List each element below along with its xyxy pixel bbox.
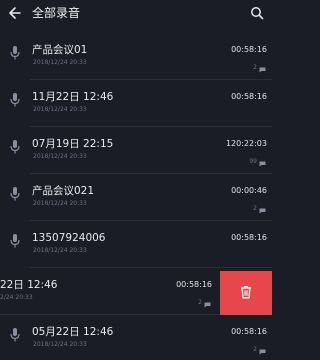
recording-name: 产品会议01	[32, 44, 88, 56]
recording-duration: 00:58:16	[231, 45, 267, 54]
row-divider	[30, 267, 272, 268]
note-icon	[259, 199, 266, 218]
recording-name: 22日 12:46	[0, 279, 58, 291]
search-icon	[251, 7, 264, 20]
microphone-icon	[9, 45, 21, 61]
recording-date: 2018/12/24 20:33	[33, 200, 87, 207]
recording-row[interactable]: 13507924006 2018/12/24 20:33 00:58:16	[0, 224, 272, 268]
recording-name: 05月22日 12:46	[32, 326, 114, 338]
recordings-screen: 全部录音 产品会议01 2018/12/24 20:33 00:58:16 2 11月2…	[0, 0, 272, 360]
recording-row[interactable]: 11月22日 12:46 2018/12/24 20:33 00:58:16	[0, 83, 272, 127]
note-icon	[204, 293, 211, 312]
trash-icon	[240, 284, 252, 303]
delete-button[interactable]	[220, 271, 272, 315]
back-button[interactable]	[4, 2, 26, 24]
recording-duration: 120:22:03	[225, 139, 267, 148]
recording-date: 2018/12/24 20:33	[33, 341, 87, 348]
note-count: 99	[249, 152, 266, 171]
recording-duration: 00:58:16	[231, 327, 267, 336]
recording-date: 2018/12/24 20:33	[33, 247, 87, 254]
microphone-icon	[9, 186, 21, 202]
recording-name: 产品会议021	[32, 185, 95, 197]
back-arrow-icon	[9, 7, 21, 19]
recording-duration: 00:00:46	[231, 186, 267, 195]
app-header: 全部录音	[0, 0, 272, 26]
note-count-value: 2	[253, 345, 257, 353]
microphone-icon	[9, 92, 21, 108]
note-count: 2	[198, 293, 211, 312]
recording-row[interactable]: 产品会议021 2018/12/24 20:33 00:00:46 2	[0, 177, 272, 221]
recording-date: 2018/12/24 20:33	[33, 59, 87, 66]
recording-date: 2/24 20:33	[0, 294, 33, 301]
note-count-value: 2	[253, 63, 257, 71]
note-count: 2	[253, 340, 266, 359]
recording-date: 2018/12/24 20:33	[33, 153, 87, 160]
recording-row[interactable]: 22日 12:46 2/24 20:33 00:58:16 2	[0, 271, 272, 315]
row-divider	[30, 126, 272, 127]
recording-name: 07月19日 22:15	[32, 138, 114, 150]
microphone-icon	[9, 139, 21, 155]
recording-name: 13507924006	[32, 232, 106, 244]
recording-row[interactable]: 07月19日 22:15 2018/12/24 20:33 120:22:03 99	[0, 130, 272, 174]
row-divider	[30, 173, 272, 174]
note-count: 2	[253, 58, 266, 77]
note-count: 2	[253, 199, 266, 218]
recording-duration: 00:58:16	[231, 233, 267, 242]
microphone-icon	[9, 233, 21, 249]
recording-date: 2018/12/24 20:33	[33, 106, 87, 113]
note-icon	[259, 152, 266, 171]
recording-list: 产品会议01 2018/12/24 20:33 00:58:16 2 11月22日 12…	[0, 36, 272, 360]
page-title: 全部录音	[32, 6, 81, 20]
microphone-icon	[9, 327, 21, 343]
note-count-value: 2	[253, 204, 257, 212]
recording-row[interactable]: 产品会议01 2018/12/24 20:33 00:58:16 2	[0, 36, 272, 80]
row-divider	[30, 79, 272, 80]
search-button[interactable]	[246, 2, 268, 24]
note-icon	[259, 340, 266, 359]
note-icon	[259, 58, 266, 77]
row-divider	[0, 314, 220, 315]
note-count-value: 2	[198, 298, 202, 306]
note-count-value: 99	[249, 157, 257, 165]
recording-duration: 00:58:16	[231, 92, 267, 101]
row-divider	[30, 220, 272, 221]
recording-name: 11月22日 12:46	[32, 91, 114, 103]
recording-row[interactable]: 05月22日 12:46 2018/12/24 20:33 00:58:16 2	[0, 318, 272, 360]
recording-duration: 00:58:16	[176, 280, 212, 289]
